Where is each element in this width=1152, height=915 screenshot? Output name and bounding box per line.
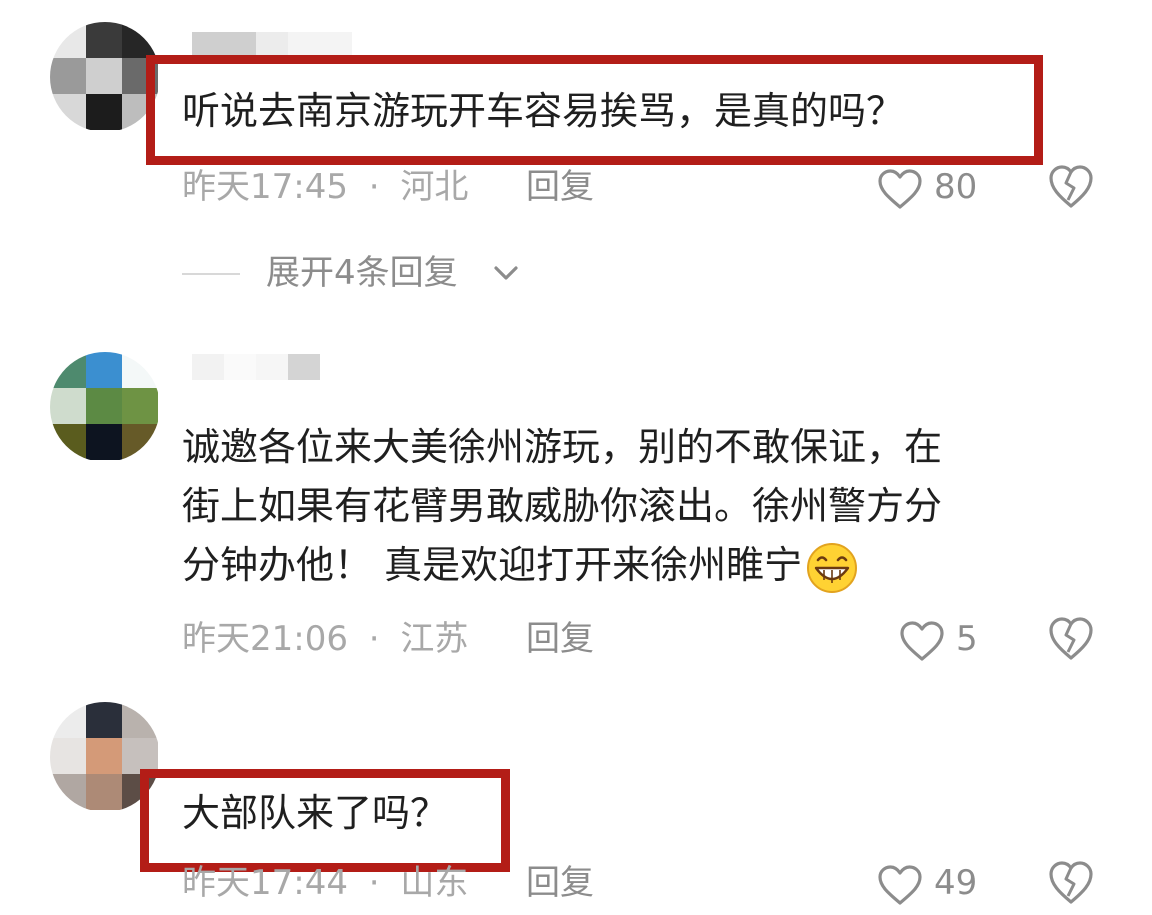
- comment-meta: 昨天17:44 · 山东 回复: [182, 860, 594, 906]
- comment-item: 诚邀各位来大美徐州游玩，别的不敢保证，在 街上如果有花臂男敢威胁你滚出。徐州警方…: [0, 330, 1152, 700]
- username[interactable]: [192, 354, 320, 380]
- grinning-face-emoji: [807, 542, 858, 593]
- broken-heart-icon: [1049, 861, 1093, 904]
- reply-button[interactable]: 回复: [526, 860, 594, 906]
- meta-separator: ·: [368, 863, 380, 903]
- chevron-down-icon: [494, 266, 518, 280]
- comment-item: 听说去南京游玩开车容易挨骂，是真的吗？ 昨天17:45 · 河北 回复 80 展…: [0, 0, 1152, 330]
- comment-text: 大部队来了吗？: [182, 791, 449, 835]
- dislike-button[interactable]: [1046, 616, 1096, 666]
- comment-time: 昨天17:45: [182, 167, 348, 207]
- comment-text: 诚邀各位来大美徐州游玩，别的不敢保证，在 街上如果有花臂男敢威胁你滚出。徐州警方…: [182, 418, 942, 596]
- heart-outline-icon: [878, 169, 922, 209]
- like-count: 80: [934, 167, 978, 207]
- dislike-button[interactable]: [1046, 860, 1096, 910]
- dislike-button[interactable]: [1046, 164, 1096, 214]
- comment-time: 昨天17:44: [182, 863, 348, 903]
- meta-separator: ·: [368, 167, 380, 207]
- comment-item: 大部队来了吗？ 昨天17:44 · 山东 回复 49: [0, 700, 1152, 915]
- comment-meta: 昨天21:06 · 江苏 回复: [182, 616, 594, 662]
- comment-text: 听说去南京游玩开车容易挨骂，是真的吗？: [182, 89, 905, 133]
- reply-button[interactable]: 回复: [526, 164, 594, 210]
- divider-line: [182, 273, 240, 275]
- meta-separator: ·: [368, 619, 380, 659]
- avatar[interactable]: [50, 352, 160, 462]
- avatar[interactable]: [50, 22, 160, 132]
- heart-outline-icon: [900, 621, 944, 661]
- comment-location: 河北: [400, 167, 469, 207]
- like-count: 49: [934, 863, 978, 903]
- comment-location: 江苏: [400, 619, 469, 659]
- reply-button[interactable]: 回复: [526, 616, 594, 662]
- broken-heart-icon: [1049, 165, 1093, 208]
- broken-heart-icon: [1049, 617, 1093, 660]
- heart-outline-icon: [878, 865, 922, 905]
- comment-location: 山东: [400, 863, 469, 903]
- expand-replies-label: 展开4条回复: [266, 253, 458, 293]
- comment-meta: 昨天17:45 · 河北 回复: [182, 164, 594, 210]
- like-count: 5: [956, 619, 978, 659]
- comment-time: 昨天21:06: [182, 619, 348, 659]
